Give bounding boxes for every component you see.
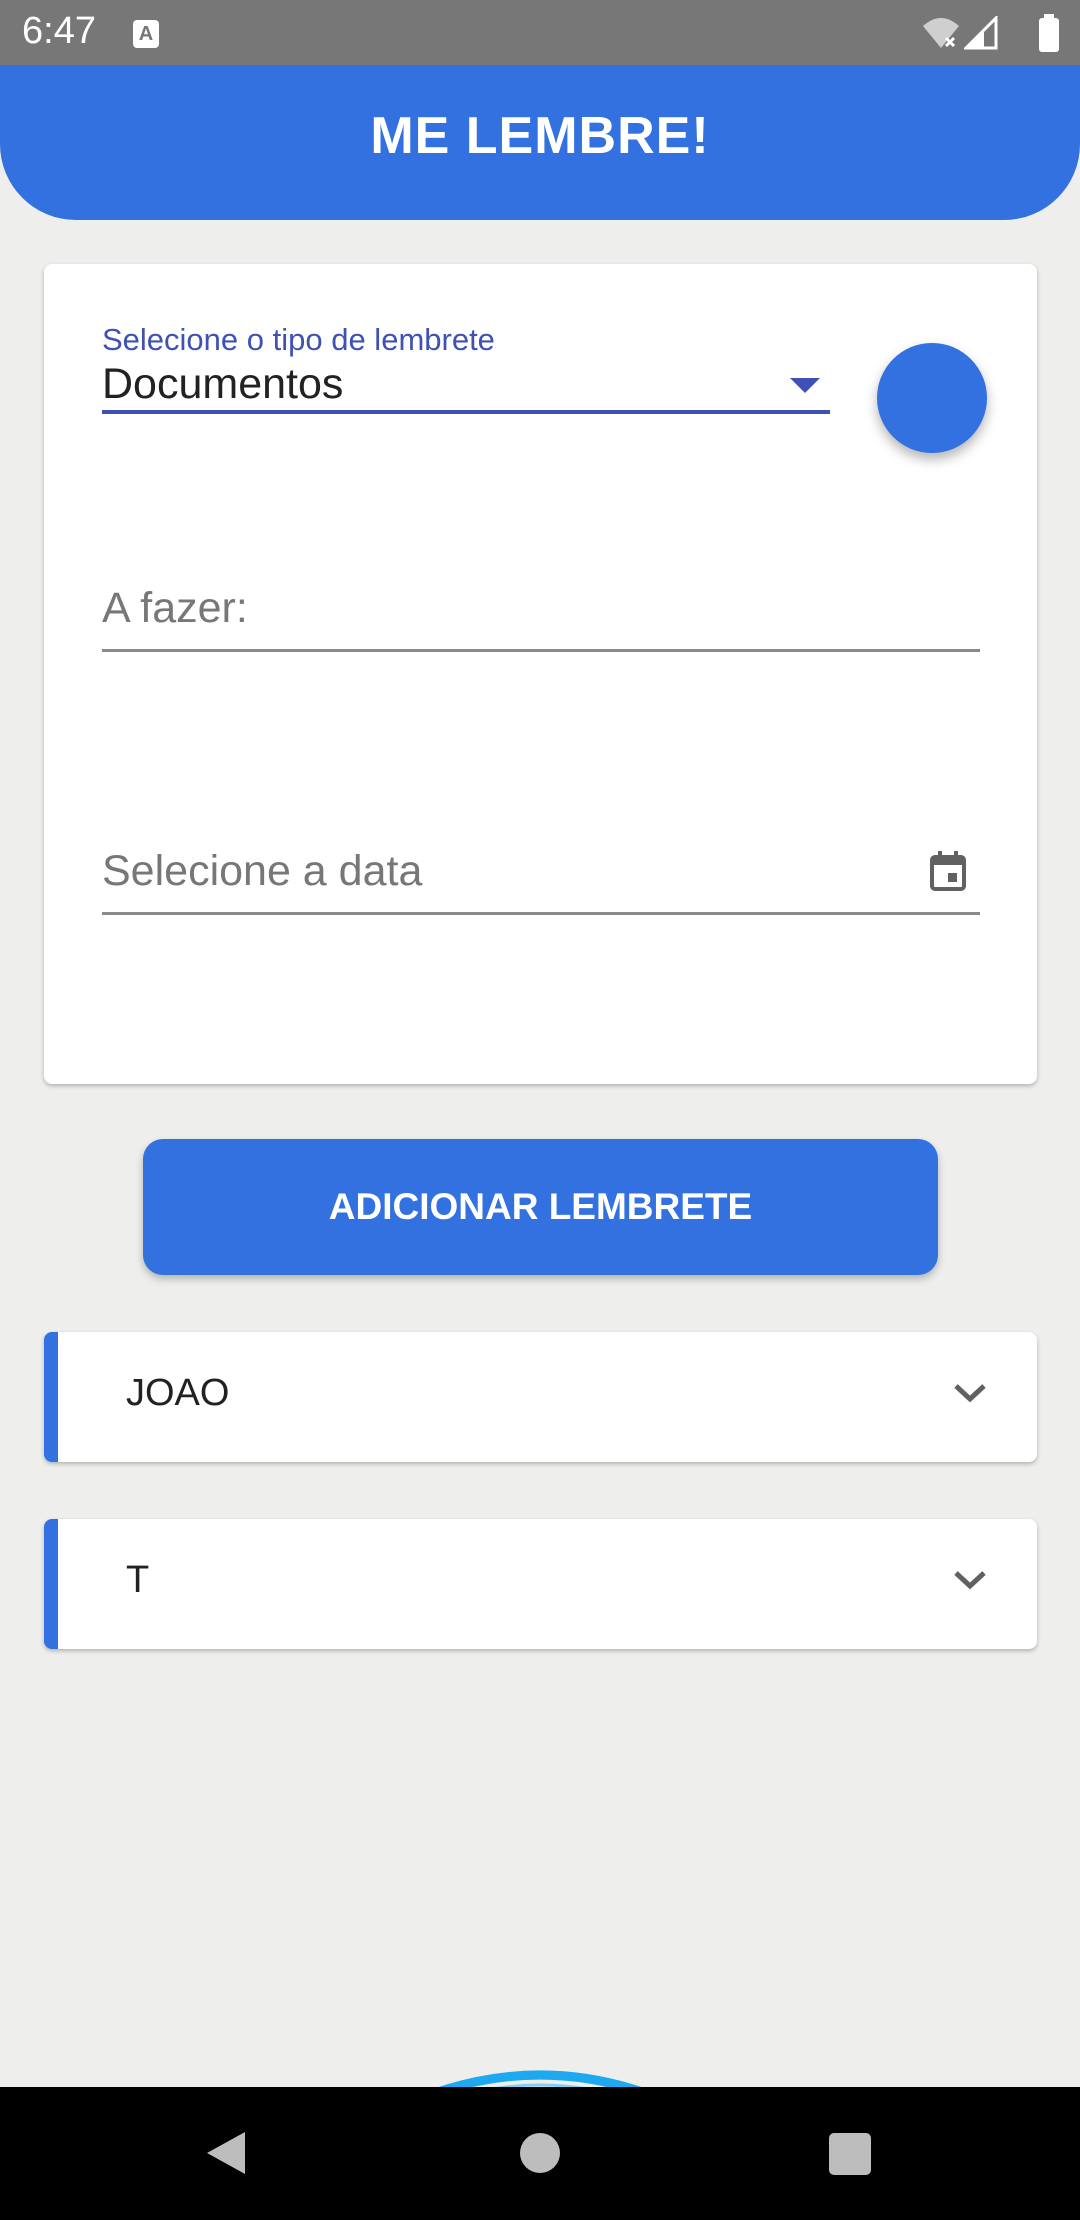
reminder-type-select[interactable]: Selecione o tipo de lembrete Documentos xyxy=(102,322,830,414)
battery-icon xyxy=(1039,14,1059,52)
app-bar: ME LEMBRE! xyxy=(0,65,1080,220)
color-picker-button[interactable] xyxy=(877,343,987,453)
back-icon[interactable] xyxy=(205,2130,247,2176)
todo-placeholder: A fazer: xyxy=(102,584,248,632)
reminder-type-label: Selecione o tipo de lembrete xyxy=(102,322,495,357)
chevron-down-icon[interactable] xyxy=(953,1569,987,1591)
reminder-list-item[interactable]: JOAO xyxy=(44,1332,1037,1462)
reminder-type-value: Documentos xyxy=(102,360,344,408)
dropdown-arrow-icon[interactable] xyxy=(790,378,820,393)
calendar-icon[interactable] xyxy=(930,851,966,891)
home-icon[interactable] xyxy=(520,2133,560,2173)
notification-icon: A xyxy=(133,20,159,48)
recents-icon[interactable] xyxy=(829,2133,871,2175)
system-nav-bar xyxy=(0,2087,1080,2220)
chevron-down-icon[interactable] xyxy=(953,1382,987,1404)
reminder-form-card: Selecione o tipo de lembrete Documentos … xyxy=(44,264,1037,1084)
page-title: ME LEMBRE! xyxy=(370,106,710,165)
date-input[interactable]: Selecione a data xyxy=(102,829,980,915)
add-reminder-button[interactable]: ADICIONAR LEMBRETE xyxy=(143,1139,938,1275)
reminder-label: T xyxy=(126,1559,150,1601)
todo-input[interactable]: A fazer: xyxy=(102,566,980,652)
status-time: 6:47 xyxy=(22,10,96,52)
signal-icon xyxy=(964,16,998,50)
reminder-list-item[interactable]: T xyxy=(44,1519,1037,1649)
date-placeholder: Selecione a data xyxy=(102,847,423,895)
status-bar: 6:47 A xyxy=(0,0,1080,65)
reminder-label: JOAO xyxy=(126,1372,230,1414)
wifi-icon xyxy=(923,18,959,48)
